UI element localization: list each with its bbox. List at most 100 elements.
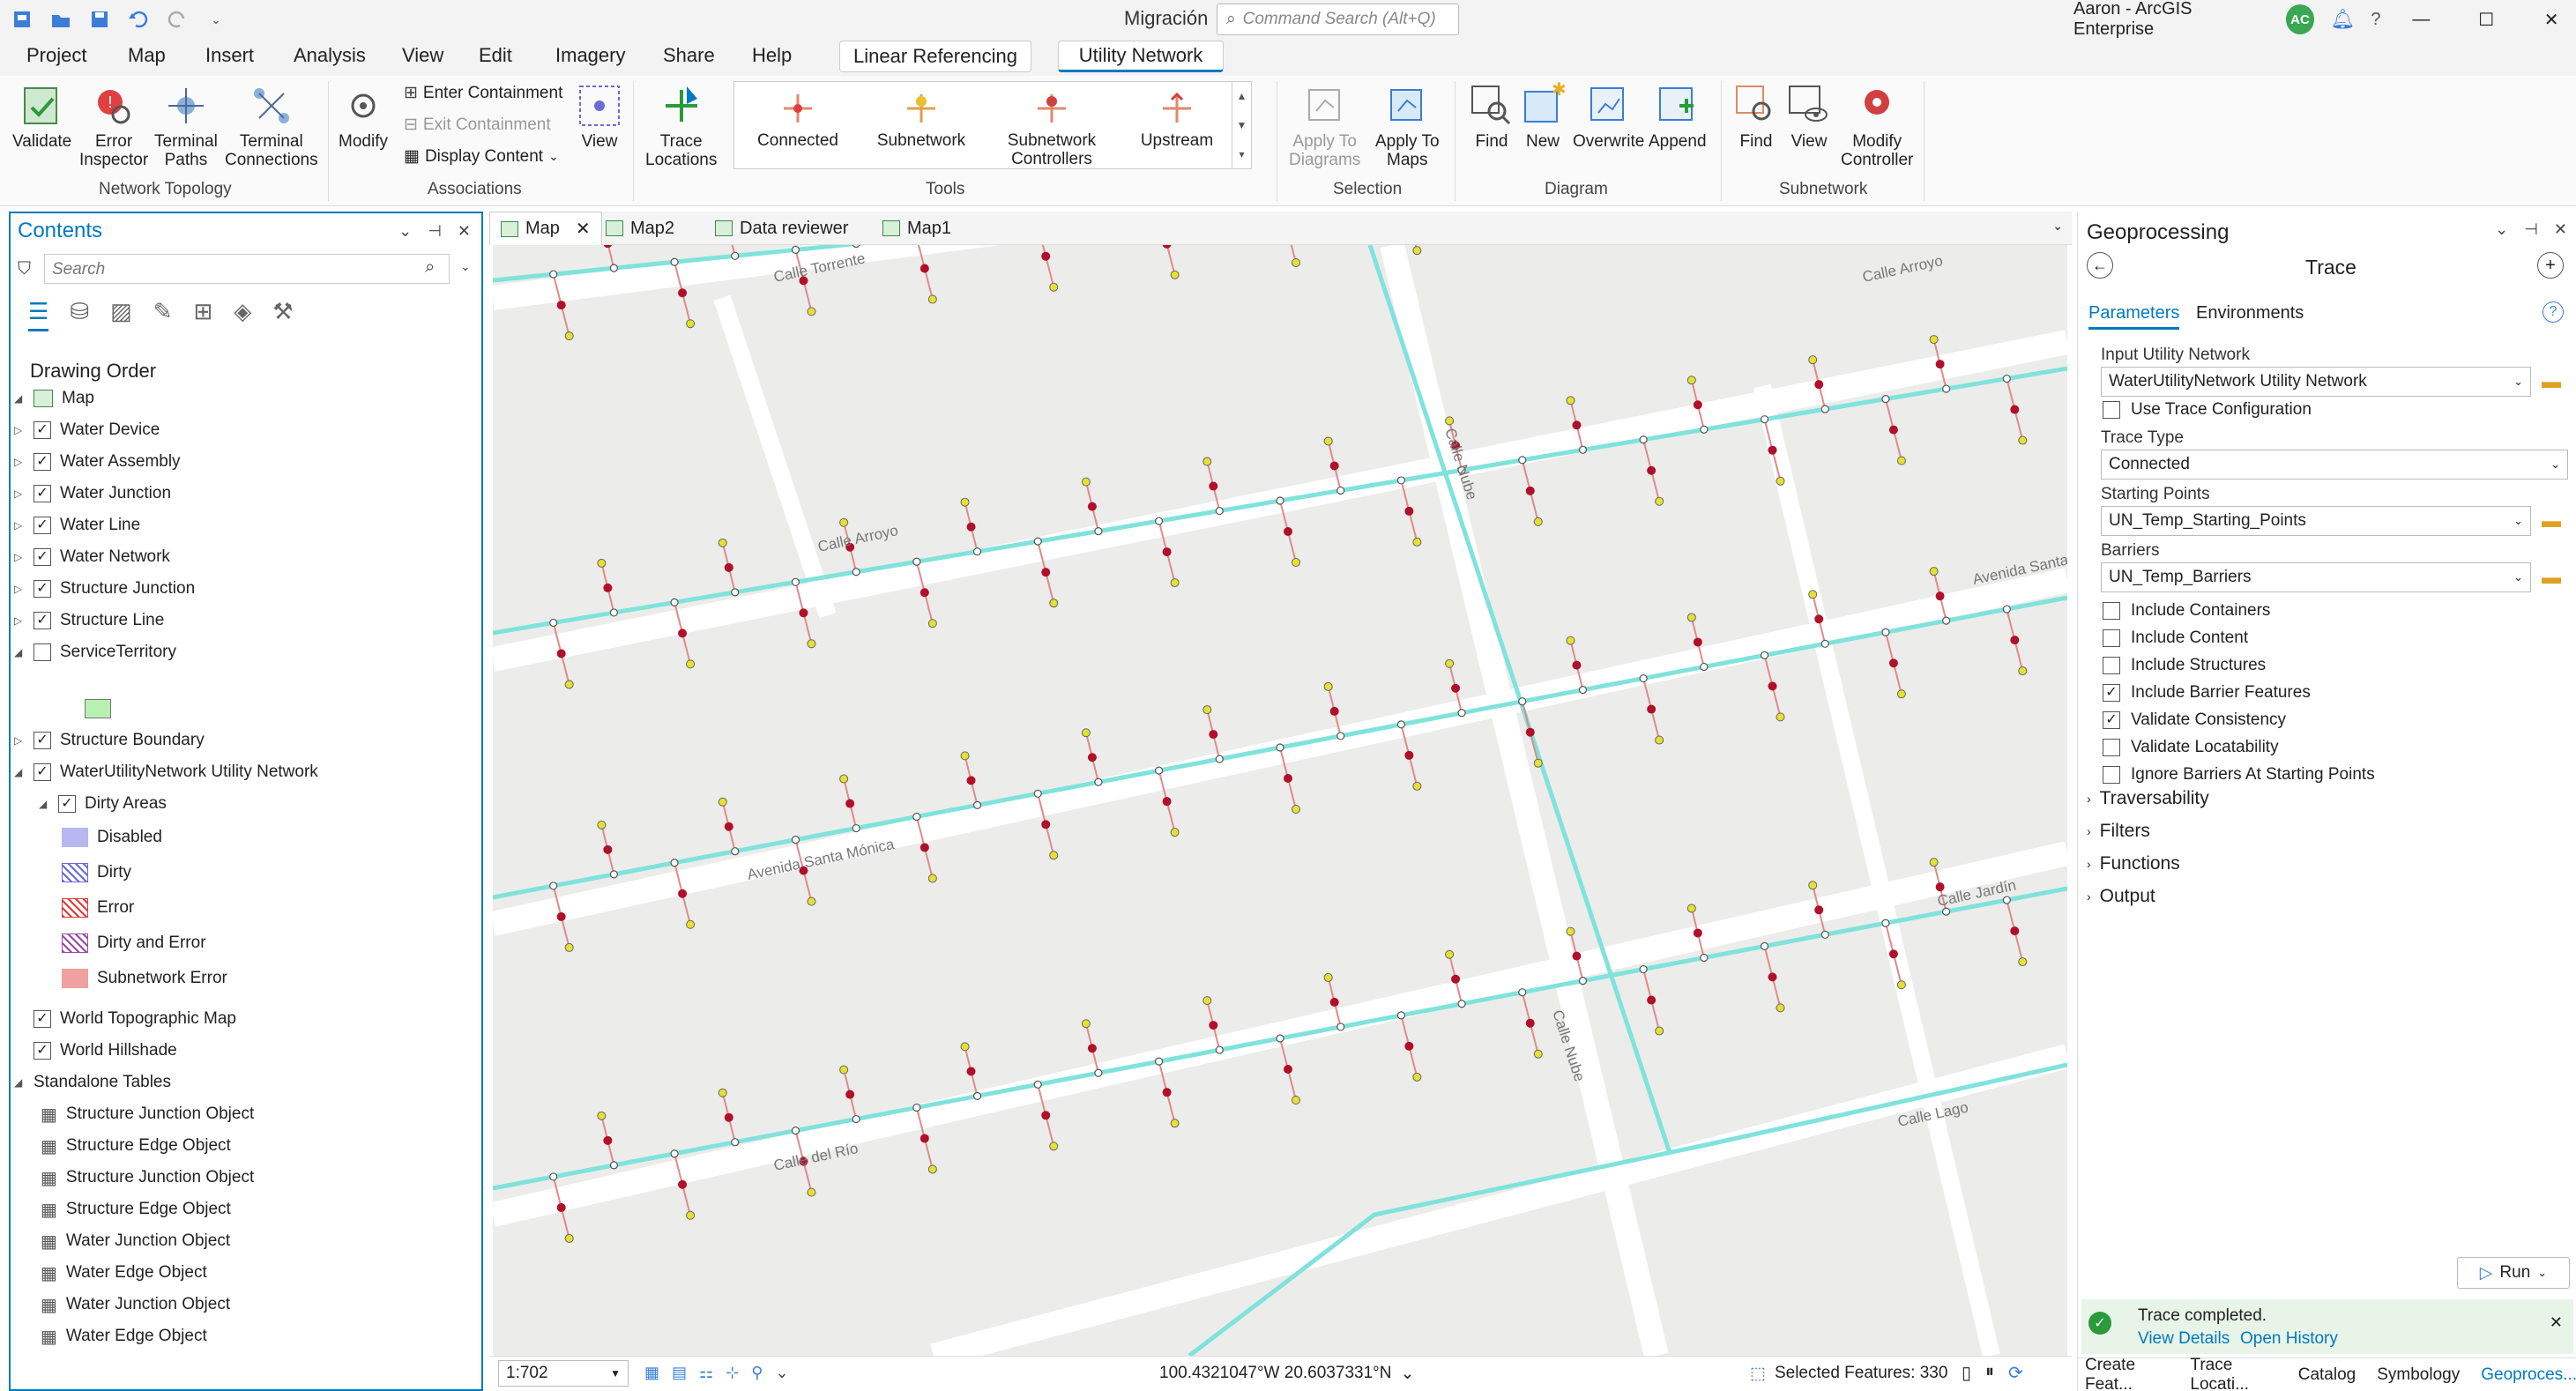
find-diagram-button[interactable]: Find (1467, 81, 1516, 151)
standalone-tables-node[interactable]: ◢ Standalone Tables (14, 1067, 171, 1098)
filter-icon[interactable]: ▯ (1962, 1362, 1971, 1384)
gallery-expand-icon[interactable]: ▾ (1239, 148, 1244, 160)
enter-containment-button[interactable]: ⊞ Enter Containment (404, 83, 562, 103)
overwrite-diagram-button[interactable]: Overwrite (1573, 81, 1644, 151)
avatar[interactable]: AC (2285, 4, 2315, 34)
layer-checkbox[interactable]: ✓ (34, 612, 51, 629)
basemap-hillshade[interactable]: ✓ World Hillshade (14, 1035, 177, 1067)
snap-icon[interactable]: ⚲ (751, 1364, 763, 1382)
subnetwork-trace-button[interactable]: Subnetwork (860, 86, 983, 150)
tab-symbology[interactable]: Symbology (2377, 1365, 2460, 1385)
tab-edit[interactable]: Edit (479, 44, 512, 67)
layer-checkbox[interactable]: ✓ (34, 485, 51, 502)
terminal-paths-button[interactable]: Terminal Paths (154, 81, 218, 169)
table-item[interactable]: ▦ Structure Junction Object (41, 1162, 254, 1194)
error-inspector-button[interactable]: ! Error Inspector (79, 81, 148, 169)
modify-controller-button[interactable]: Modify Controller (1841, 81, 1913, 169)
editing-view-icon[interactable]: ✎ (153, 298, 173, 331)
open-project-icon[interactable] (46, 4, 76, 34)
help-icon[interactable]: ? (2371, 10, 2380, 30)
charts-view-icon[interactable]: ⚒ (272, 298, 293, 331)
checkbox[interactable] (2103, 739, 2120, 756)
coordinate-readout[interactable]: 100.4321047°W 20.6037331°N ⌄ (1159, 1364, 1414, 1384)
tab-analysis[interactable]: Analysis (294, 44, 366, 67)
find-subnetwork-button[interactable]: Find (1731, 81, 1781, 151)
close-icon[interactable]: ✕ (576, 218, 591, 240)
gallery-scroll[interactable]: ▲ ▼ ▾ (1232, 82, 1251, 168)
minimize-icon[interactable]: — (2396, 0, 2446, 39)
subnetwork-controllers-trace-button[interactable]: Subnetwork Controllers (990, 86, 1113, 168)
tab-utility-network[interactable]: Utility Network (1058, 41, 1224, 72)
tab-view[interactable]: View (402, 44, 443, 67)
gp-section-header[interactable]: › Filters (2087, 821, 2150, 842)
add-icon[interactable]: + (2537, 252, 2564, 279)
checkbox[interactable]: ✓ (2103, 684, 2120, 702)
layer-checkbox[interactable]: ✓ (34, 453, 51, 471)
trace-locations-button[interactable]: Trace Locations (645, 81, 717, 169)
connected-trace-button[interactable]: Connected (736, 86, 860, 150)
table-item[interactable]: ▦ Structure Edge Object (41, 1130, 231, 1162)
layer-utility-network[interactable]: ◢ ✓ WaterUtilityNetwork Utility Network (14, 756, 318, 788)
help-icon[interactable]: ? (2542, 301, 2564, 323)
pane-menu-icon[interactable]: ⌄ (2495, 220, 2508, 239)
maximize-icon[interactable]: ☐ (2461, 0, 2511, 39)
layer-item[interactable]: ◢ ServiceTerritory (14, 636, 176, 668)
layer-checkbox[interactable]: ✓ (58, 795, 76, 813)
expand-icon[interactable]: ▷ (14, 734, 25, 747)
close-icon[interactable]: ✕ (2527, 0, 2576, 39)
layer-checkbox[interactable]: ✓ (34, 1042, 51, 1060)
map-node[interactable]: ◢ Map (14, 383, 94, 414)
tab-create-features[interactable]: Create Feat... (2085, 1356, 2169, 1391)
contents-search-input[interactable]: Search (44, 254, 450, 284)
layer-checkbox[interactable]: ✓ (34, 421, 51, 439)
chevron-down-icon[interactable]: ⌄ (775, 1364, 788, 1382)
gp-option-checkbox[interactable]: Include Content (2103, 629, 2248, 648)
map-tab-map2[interactable]: Map2 (595, 212, 685, 245)
exit-containment-button[interactable]: ⊟ Exit Containment (404, 115, 551, 135)
tab-map[interactable]: Map (128, 44, 166, 67)
chevron-down-icon[interactable]: ⌄ (2052, 219, 2063, 234)
table-item[interactable]: ▦ Water Junction Object (41, 1289, 230, 1320)
close-icon[interactable]: ✕ (2550, 1313, 2563, 1332)
layer-item[interactable]: ▷ ✓ Structure Line (14, 605, 164, 636)
gp-section-header[interactable]: › Output (2087, 886, 2155, 907)
checkbox[interactable] (2103, 766, 2120, 784)
tab-trace-locations[interactable]: Trace Locati... (2190, 1356, 2276, 1391)
upstream-trace-button[interactable]: Upstream (1115, 86, 1239, 150)
pin-icon[interactable]: ⊣ (2524, 220, 2538, 239)
navigator-icon[interactable]: ⚏ (699, 1364, 713, 1382)
validate-button[interactable]: Validate (12, 81, 71, 151)
new-project-icon[interactable] (7, 4, 37, 34)
map-tab-map1[interactable]: Map1 (872, 212, 962, 245)
table-item[interactable]: ▦ Water Edge Object (41, 1320, 207, 1352)
checkbox[interactable] (2103, 629, 2120, 647)
expand-icon[interactable]: ▷ (14, 583, 25, 595)
gp-option-checkbox[interactable]: Validate Locatability (2103, 738, 2279, 757)
gp-option-checkbox[interactable]: ✓ Validate Consistency (2103, 710, 2286, 730)
close-icon[interactable]: ✕ (458, 222, 471, 241)
folder-icon[interactable]: ▬ (2542, 510, 2561, 532)
snapping-view-icon[interactable]: ⊞ (193, 298, 212, 331)
checkbox[interactable] (2103, 602, 2120, 620)
close-icon[interactable]: ✕ (2554, 220, 2567, 239)
collapse-icon[interactable]: ◢ (14, 646, 25, 658)
tab-geoprocessing[interactable]: Geoproces... (2481, 1365, 2576, 1385)
gp-section-header[interactable]: › Functions (2087, 853, 2180, 874)
data-source-icon[interactable]: ⛁ (70, 298, 89, 331)
refresh-icon[interactable]: ⟳ (2008, 1362, 2023, 1384)
table-item[interactable]: ▦ Water Junction Object (41, 1225, 230, 1257)
basemap-topographic[interactable]: ✓ World Topographic Map (14, 1003, 236, 1035)
tab-share[interactable]: Share (663, 44, 715, 67)
new-diagram-button[interactable]: ✱ New (1518, 81, 1567, 151)
input-un-select[interactable]: WaterUtilityNetwork Utility Network ⌄ (2101, 367, 2531, 397)
terminal-connections-button[interactable]: Terminal Connections (225, 81, 318, 169)
checkbox[interactable]: ✓ (2103, 711, 2120, 729)
layer-checkbox[interactable]: ✓ (34, 517, 51, 534)
layer-item[interactable]: ▷ ✓ Water Network (14, 541, 170, 573)
expand-icon[interactable]: ▷ (14, 487, 25, 500)
save-project-icon[interactable] (85, 4, 115, 34)
layer-checkbox[interactable]: ✓ (34, 732, 51, 749)
expand-icon[interactable]: ▷ (14, 456, 25, 468)
back-icon[interactable]: ← (2087, 252, 2113, 279)
expand-icon[interactable]: ▷ (14, 551, 25, 563)
